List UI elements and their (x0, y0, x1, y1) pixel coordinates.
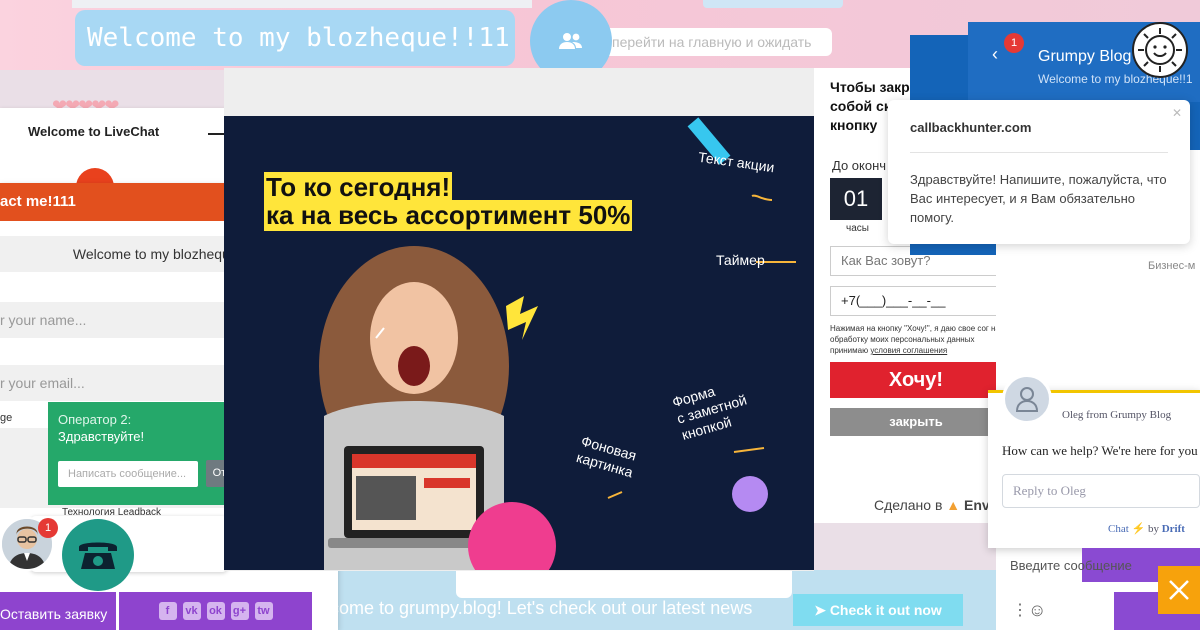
more-options-icon[interactable]: ⋮ (1012, 600, 1028, 620)
powered-by: by (1147, 523, 1159, 535)
smiley-logo-icon[interactable] (1132, 22, 1188, 78)
annotation-timer: Таймер (716, 252, 765, 268)
countdown-hours: 01 (830, 178, 882, 220)
countdown-label: До оконч (832, 158, 887, 173)
send-icon: ➤ (814, 602, 826, 618)
telephone-icon (79, 542, 117, 569)
made-by[interactable]: Сделано в ▲ Env (874, 497, 990, 513)
callbackhunter-domain: callbackhunter.com (910, 120, 1032, 135)
close-button[interactable]: закрыть (830, 408, 1002, 436)
notification-badge: 1 (38, 518, 58, 538)
phone-input[interactable]: +7(___)___-__-__ (830, 286, 1002, 316)
business-label: Бизнес-м (1148, 260, 1196, 272)
leadback-message-input[interactable]: Написать сообщение... (58, 461, 198, 487)
drift-question: How can we help? We're here for you (1002, 443, 1198, 458)
icecream-icon: ▲ (946, 497, 961, 513)
vk-icon[interactable]: vk (182, 602, 201, 620)
made-by-label: Сделано в (874, 497, 943, 513)
odnoklassniki-icon[interactable]: ok (206, 602, 225, 620)
promo-headline-2: ка на весь ассортимент 50% (264, 200, 633, 231)
welcome-pill-text: Welcome to my blozheque!!11 (87, 23, 510, 53)
operator-label: Оператор 2: (58, 412, 132, 427)
notification-badge: 1 (1004, 33, 1024, 53)
phone-button[interactable] (62, 519, 134, 591)
close-chat-button[interactable] (1158, 566, 1200, 614)
emoji-icon[interactable]: ☺ (1028, 600, 1046, 621)
name-placeholder: r your name... (0, 312, 87, 328)
drift-agent-name: Oleg from Grumpy Blog (1062, 409, 1172, 421)
top-strip (72, 0, 532, 8)
divider (910, 152, 1168, 153)
livechat-title: Welcome to LiveChat (28, 124, 160, 139)
drift-reply-input[interactable]: Reply to Oleg (1002, 474, 1200, 508)
facebook-icon[interactable]: f (158, 602, 177, 620)
leave-request-button[interactable]: Оставить заявку (0, 592, 116, 630)
countdown-unit: часы (846, 223, 869, 234)
terms-link[interactable]: условия соглашения (870, 346, 947, 355)
user-icon (1015, 387, 1039, 412)
twitter-icon[interactable]: tw (254, 602, 273, 620)
message-input[interactable]: Введите сообщение (1010, 558, 1132, 573)
bottom-banner-text: come to grumpy.blog! Let's check out our… (330, 598, 753, 618)
minimize-icon[interactable] (208, 133, 224, 135)
bolt-icon: ⚡ (1131, 523, 1146, 535)
promo-headline-1: То ко сегодня! (264, 172, 453, 203)
livechat-widget (0, 108, 240, 188)
check-it-out-label: Check it out now (829, 602, 942, 618)
powered-brand: Drift (1161, 523, 1185, 535)
powered-chat: Chat (1108, 523, 1129, 535)
close-icon (1169, 580, 1189, 600)
social-bar: f vk ok g+ tw (119, 592, 312, 630)
callbackhunter-message: Здравствуйте! Напишите, пожалуйста, что … (910, 172, 1167, 225)
back-arrow-icon[interactable]: ‹ (992, 44, 998, 65)
want-button[interactable]: Хочу! (830, 362, 1002, 398)
check-it-out-button[interactable]: ➤ Check it out now (793, 594, 963, 626)
email-placeholder: r your email... (0, 375, 85, 391)
users-icon (559, 33, 582, 49)
smiley-face (1138, 28, 1182, 72)
legal-notice: Нажимая на кнопку "Хочу!", я даю свое со… (830, 323, 1002, 356)
top-tab (703, 0, 843, 8)
drift-powered-by[interactable]: Chat ⚡ by Drift (1108, 522, 1185, 535)
goto-home-input[interactable]: перейти на главную и ожидать (600, 28, 832, 56)
operator-greeting: Здравствуйте! (58, 429, 145, 444)
made-by-brand: Env (964, 497, 990, 513)
google-plus-icon[interactable]: g+ (230, 602, 249, 620)
grumpy-title: Grumpy Blog (1038, 48, 1132, 65)
avatar (1002, 374, 1052, 424)
welcome-pill: Welcome to my blozheque!!11 ❤ 2 (75, 10, 515, 66)
close-icon[interactable]: ✕ (1172, 106, 1182, 120)
message-label: ge (0, 412, 13, 424)
